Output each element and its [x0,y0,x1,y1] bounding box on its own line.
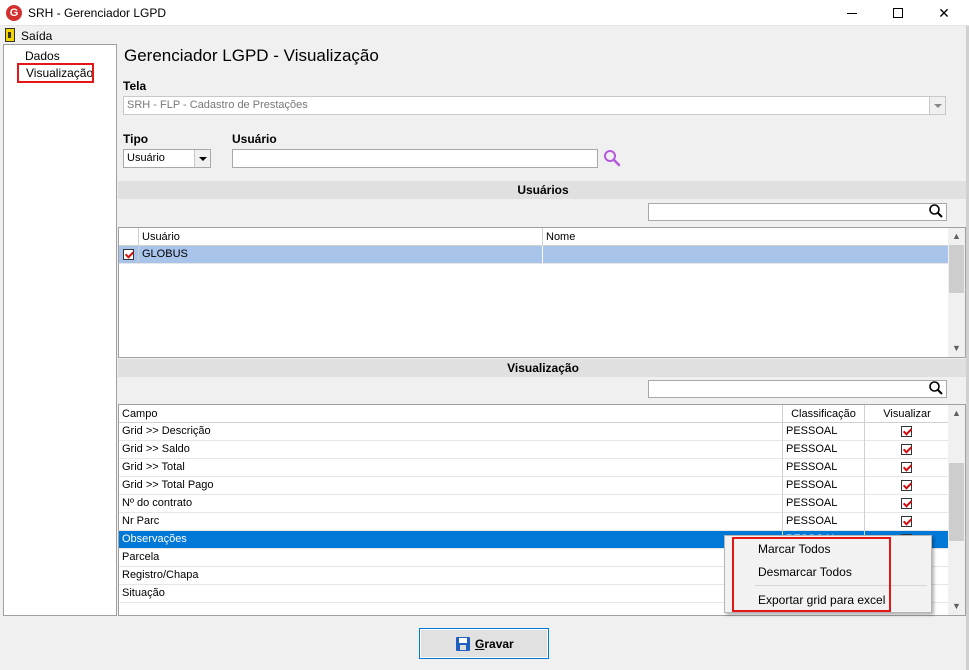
tipo-select-value: Usuário [127,152,165,164]
users-grid-header: Usuário Nome [119,228,949,246]
save-button[interactable]: Gravar [419,628,549,659]
cell-visualizar [865,459,949,477]
cell-classificacao: PESSOAL [783,513,865,531]
cell-campo: Nr Parc [119,513,783,531]
cell-campo: Parcela [119,549,783,567]
cell-visualizar [865,423,949,441]
context-menu: Marcar Todos Desmarcar Todos Exportar gr… [724,535,932,613]
header-visualizar[interactable]: Visualizar [865,405,949,423]
visualizar-checkbox[interactable] [901,516,912,527]
row-checkbox[interactable] [123,249,134,260]
cell-campo: Grid >> Descrição [119,423,783,441]
users-search-input[interactable] [648,203,947,221]
table-row[interactable]: Grid >> Descrição PESSOAL [119,423,949,441]
highlight-box [732,537,891,612]
cell-classificacao: PESSOAL [783,441,865,459]
scroll-up-icon[interactable]: ▲ [948,405,965,422]
users-grid: Usuário Nome GLOBUS ▲ ▼ [118,227,966,358]
search-icon[interactable] [928,380,944,396]
users-section-header: Usuários [118,181,968,199]
table-row[interactable]: Grid >> Total Pago PESSOAL [119,477,949,495]
header-campo[interactable]: Campo [119,405,783,423]
vis-search-input[interactable] [648,380,947,398]
tipo-label: Tipo [123,132,149,146]
scroll-down-icon[interactable]: ▼ [948,598,965,615]
menu-exit[interactable]: Saída [21,29,52,43]
chevron-down-icon[interactable] [194,150,210,167]
header-classificacao[interactable]: Classificação [783,405,865,423]
visualizar-checkbox[interactable] [901,444,912,455]
save-button-label: Gravar [475,637,514,651]
app-logo-icon: G [6,5,22,21]
scroll-thumb[interactable] [949,463,964,541]
table-row[interactable]: Grid >> Saldo PESSOAL [119,441,949,459]
usuario-input[interactable] [232,149,598,168]
cell-visualizar [865,513,949,531]
table-row[interactable]: GLOBUS [119,246,949,264]
scroll-down-icon[interactable]: ▼ [948,340,965,357]
minimize-icon[interactable] [829,0,875,26]
tela-select-value: SRH - FLP - Cadastro de Prestações [127,99,308,111]
scroll-up-icon[interactable]: ▲ [948,228,965,245]
header-check [119,228,139,246]
cell-nome [543,246,949,264]
tree-item-dados[interactable]: Dados [25,49,60,63]
visualizar-checkbox[interactable] [901,462,912,473]
tela-label: Tela [123,79,147,93]
vis-scrollbar[interactable]: ▲ ▼ [948,405,965,615]
table-row[interactable]: Nº do contrato PESSOAL [119,495,949,513]
exit-door-icon[interactable] [5,28,15,42]
cell-classificacao: PESSOAL [783,459,865,477]
search-icon[interactable] [602,148,622,168]
cell-campo: Grid >> Total [119,459,783,477]
chevron-down-icon[interactable] [929,97,945,114]
cell-campo: Grid >> Saldo [119,441,783,459]
cell-classificacao: PESSOAL [783,423,865,441]
vis-section-header: Visualização [118,359,968,377]
users-scrollbar[interactable]: ▲ ▼ [948,228,965,357]
cell-classificacao: PESSOAL [783,477,865,495]
table-row[interactable]: Grid >> Total PESSOAL [119,459,949,477]
highlight-box [17,63,94,83]
navigation-tree: Dados Visualização [3,44,117,616]
row-check-cell [119,246,139,264]
tipo-select[interactable]: Usuário [123,149,211,168]
visualizar-checkbox[interactable] [901,498,912,509]
menu-bar: Saída [0,26,969,44]
cell-visualizar [865,477,949,495]
close-icon[interactable]: ✕ [921,0,967,26]
save-accel-letter: G [475,637,485,651]
visualizar-checkbox[interactable] [901,426,912,437]
header-usuario[interactable]: Usuário [139,228,543,246]
vis-grid-header: Campo Classificação Visualizar [119,405,949,423]
cell-campo: Grid >> Total Pago [119,477,783,495]
cell-visualizar [865,495,949,513]
header-nome[interactable]: Nome [543,228,949,246]
cell-usuario: GLOBUS [139,246,543,264]
page-title: Gerenciador LGPD - Visualização [124,46,379,65]
cell-campo: Nº do contrato [119,495,783,513]
cell-campo: Observações [119,531,783,549]
usuario-label: Usuário [232,132,277,146]
tela-select[interactable]: SRH - FLP - Cadastro de Prestações [123,96,946,115]
cell-visualizar [865,441,949,459]
search-icon[interactable] [928,203,944,219]
maximize-icon[interactable] [875,0,921,26]
table-row[interactable]: Nr Parc PESSOAL [119,513,949,531]
cell-campo: Registro/Chapa [119,567,783,585]
window-title: SRH - Gerenciador LGPD [28,6,167,20]
floppy-disk-icon [456,637,470,651]
cell-classificacao: PESSOAL [783,495,865,513]
title-bar: G SRH - Gerenciador LGPD ✕ [0,0,969,26]
cell-campo: Situação [119,585,783,603]
save-label-rest: ravar [484,637,514,651]
scroll-thumb[interactable] [949,245,964,293]
visualizar-checkbox[interactable] [901,480,912,491]
